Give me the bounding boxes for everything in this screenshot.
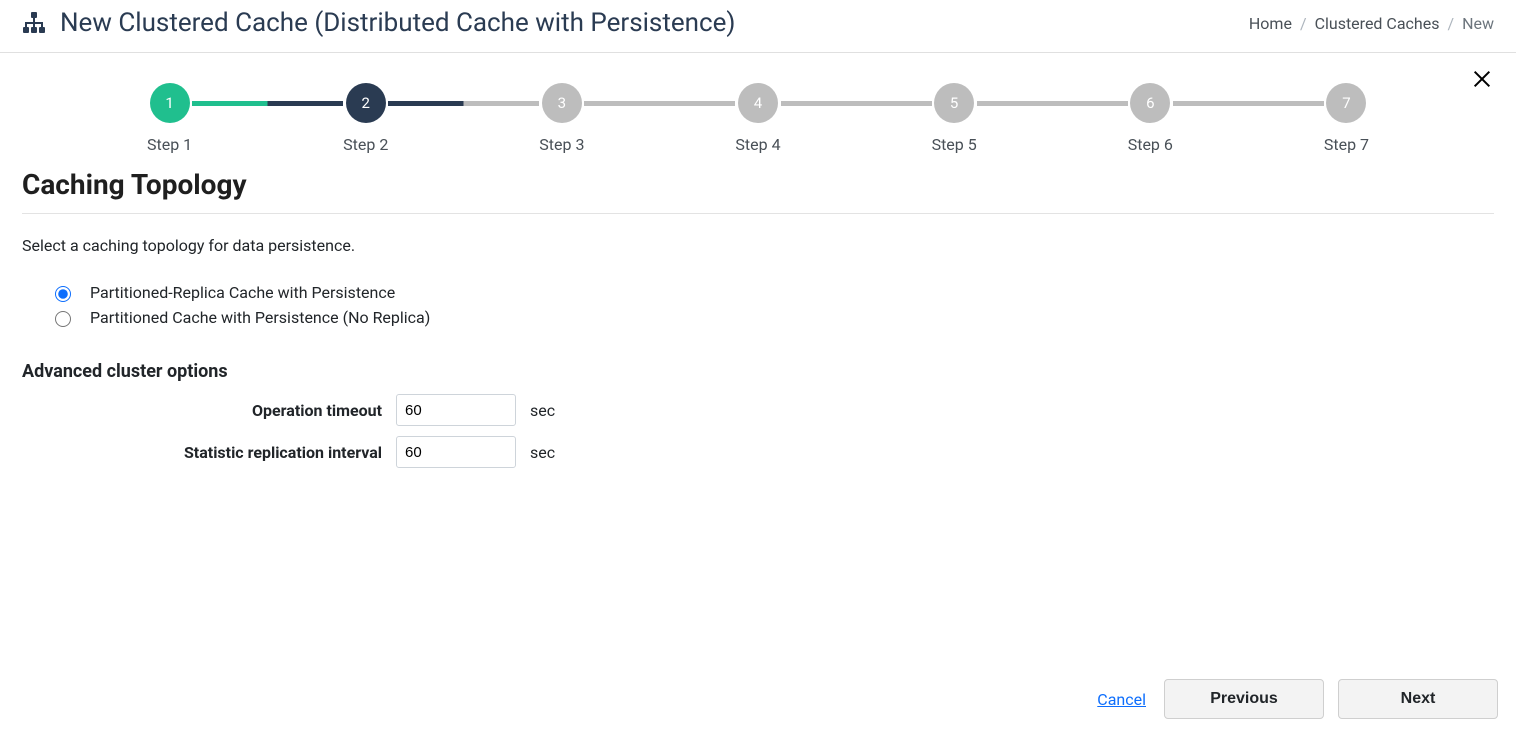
breadcrumb-home[interactable]: Home	[1249, 14, 1292, 33]
stat-interval-row: Statistic replication interval sec	[22, 436, 1494, 468]
stat-interval-label: Statistic replication interval	[22, 443, 382, 462]
step-circle: 3	[542, 83, 582, 123]
step-6[interactable]: 6 Step 6	[1128, 83, 1173, 154]
step-circle: 1	[150, 83, 190, 123]
step-connector	[781, 101, 932, 106]
step-circle: 2	[346, 83, 386, 123]
operation-timeout-unit: sec	[530, 401, 555, 420]
advanced-options-heading: Advanced cluster options	[22, 361, 1494, 382]
next-button[interactable]: Next	[1338, 679, 1498, 719]
stat-interval-input[interactable]	[396, 436, 516, 468]
step-1[interactable]: 1 Step 1	[147, 83, 192, 154]
step-connector	[192, 101, 343, 106]
radio-partitioned-no-replica-input[interactable]	[55, 311, 71, 327]
radio-partitioned-replica-input[interactable]	[55, 286, 71, 302]
breadcrumb-separator: /	[1447, 14, 1454, 33]
step-3[interactable]: 3 Step 3	[539, 83, 584, 154]
step-label: Step 3	[539, 135, 584, 154]
cancel-link[interactable]: Cancel	[1097, 690, 1146, 709]
section-description: Select a caching topology for data persi…	[22, 236, 1494, 255]
operation-timeout-label: Operation timeout	[22, 401, 382, 420]
stat-interval-unit: sec	[530, 443, 555, 462]
step-circle: 5	[934, 83, 974, 123]
radio-label: Partitioned-Replica Cache with Persisten…	[90, 283, 395, 302]
step-label: Step 7	[1324, 135, 1369, 154]
page-header: New Clustered Cache (Distributed Cache w…	[0, 0, 1516, 53]
step-label: Step 1	[147, 135, 192, 154]
wizard-stepper: 1 Step 1 2 Step 2 3 Step 3 4 Step 4 5 Step 5 6 Step…	[147, 83, 1369, 154]
step-5[interactable]: 5 Step 5	[932, 83, 977, 154]
step-label: Step 2	[343, 135, 388, 154]
radio-label: Partitioned Cache with Persistence (No R…	[90, 308, 430, 327]
operation-timeout-row: Operation timeout sec	[22, 394, 1494, 426]
step-connector	[584, 101, 735, 106]
radio-partitioned-replica[interactable]: Partitioned-Replica Cache with Persisten…	[50, 283, 1494, 302]
radio-partitioned-no-replica[interactable]: Partitioned Cache with Persistence (No R…	[50, 308, 1494, 327]
operation-timeout-input[interactable]	[396, 394, 516, 426]
step-label: Step 6	[1128, 135, 1173, 154]
step-2[interactable]: 2 Step 2	[343, 83, 388, 154]
step-label: Step 5	[932, 135, 977, 154]
section-heading: Caching Topology	[22, 168, 1494, 201]
step-connector	[1173, 101, 1324, 106]
breadcrumb-clustered-caches[interactable]: Clustered Caches	[1315, 14, 1440, 33]
step-circle: 6	[1130, 83, 1170, 123]
topology-radio-group: Partitioned-Replica Cache with Persisten…	[22, 283, 1494, 327]
sitemap-icon	[22, 11, 46, 35]
page-title-header: New Clustered Cache (Distributed Cache w…	[60, 8, 735, 38]
close-button[interactable]	[1464, 61, 1500, 97]
step-4[interactable]: 4 Step 4	[735, 83, 780, 154]
step-circle: 4	[738, 83, 778, 123]
wizard-footer: Cancel Previous Next	[0, 665, 1516, 737]
step-connector	[388, 101, 539, 106]
step-7[interactable]: 7 Step 7	[1324, 83, 1369, 154]
step-label: Step 4	[735, 135, 780, 154]
breadcrumb-current: New	[1462, 14, 1494, 33]
breadcrumb-separator: /	[1300, 14, 1307, 33]
breadcrumb: Home / Clustered Caches / New	[1249, 14, 1494, 33]
step-connector	[977, 101, 1128, 106]
divider	[22, 213, 1494, 214]
previous-button[interactable]: Previous	[1164, 679, 1324, 719]
step-circle: 7	[1326, 83, 1366, 123]
